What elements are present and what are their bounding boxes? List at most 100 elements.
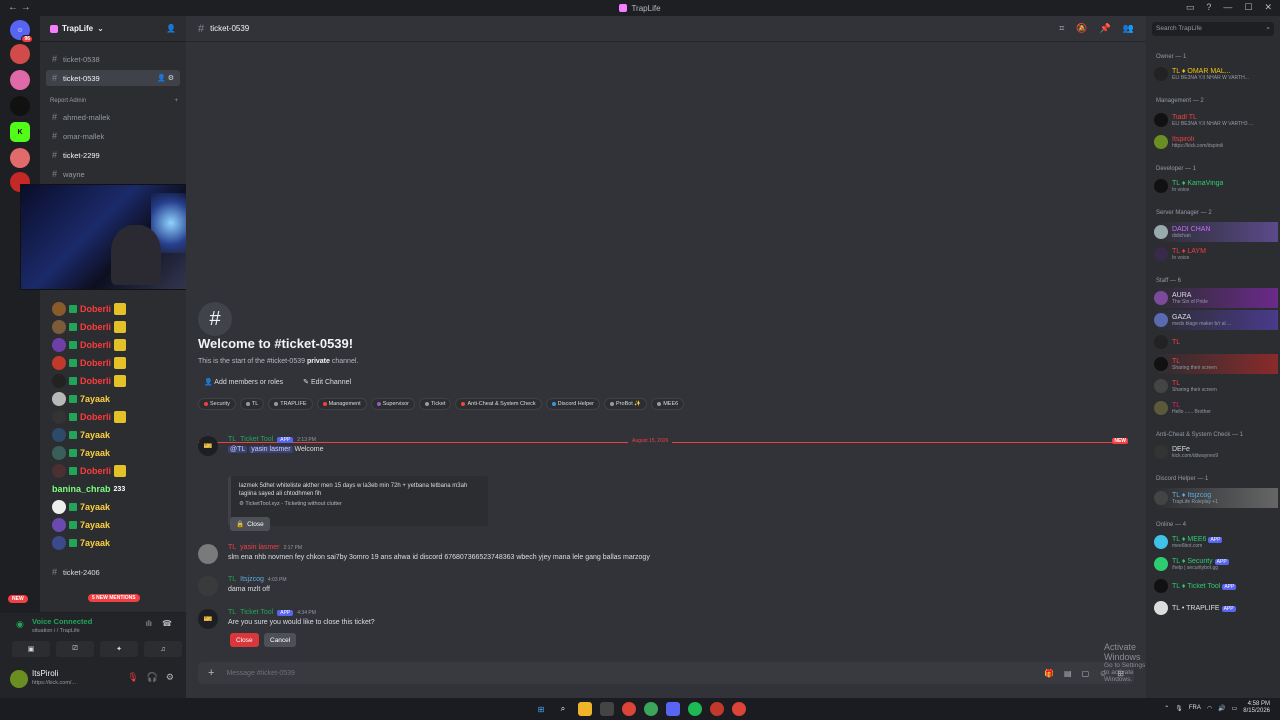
member-item[interactable]: TL Sharing their screen [1154, 376, 1278, 396]
channel-item-active[interactable]: # ticket-0539 👤 ⚙ [46, 70, 180, 86]
chrome-icon[interactable] [622, 702, 636, 716]
add-members-button[interactable]: 👤 Add members or roles [198, 376, 289, 388]
notification-icon[interactable]: 🔕 [1076, 23, 1087, 34]
member-item[interactable]: TL ♦ MEE6 APP mee6bot.com [1154, 532, 1278, 552]
calendar-icon[interactable] [600, 702, 614, 716]
channel-item[interactable]: # wayne [46, 166, 180, 182]
member-item[interactable]: TL ♦ LAYM In voice [1154, 244, 1278, 264]
mic-icon[interactable]: 🎙 [1175, 705, 1183, 712]
browser-icon[interactable] [644, 702, 658, 716]
role-pill[interactable]: Discord Helper [545, 398, 601, 410]
member-item[interactable]: AURA The Sin of Pride [1154, 288, 1278, 308]
member-item[interactable]: TL Sharing their screen [1154, 354, 1278, 374]
plus-icon[interactable]: + [174, 98, 178, 104]
message-composer[interactable]: + Message #ticket-0539 🎁 ▤ ▢ ☺ ⊞ [198, 662, 1134, 684]
search-icon[interactable]: ⌕ [556, 702, 570, 716]
member-item[interactable]: TL ♦ OMAR MAL... ELI BE3NA Y.II NHAR W VA… [1154, 64, 1278, 84]
member-item[interactable]: TL ♦ Security APP/help | securitybot.gg [1154, 554, 1278, 574]
add-member-icon[interactable]: 👤 [166, 24, 176, 33]
pin-icon[interactable]: 📌 [1100, 23, 1111, 34]
voice-user[interactable]: banina_chrab 233 [52, 480, 182, 498]
close-ticket-button[interactable]: 🔒 Close [230, 517, 270, 531]
wifi-icon[interactable]: ◠ [1207, 705, 1212, 712]
plus-icon[interactable]: + [208, 667, 214, 679]
camera-button[interactable]: ▣ [12, 641, 50, 657]
voice-user[interactable]: Doberli [52, 354, 182, 372]
member-item[interactable]: TL ♦ Itsjzcog TrapLife Roleplay +1 [1154, 488, 1278, 508]
channel-category[interactable]: Report Admin + [50, 98, 178, 104]
back-arrow-icon[interactable]: ← → [8, 2, 31, 13]
member-item[interactable]: TL Hello ...... Brother [1154, 398, 1278, 418]
spotify-icon[interactable] [688, 702, 702, 716]
gift-icon[interactable]: 🎁 [1044, 669, 1054, 678]
home-button[interactable]: ☺ 96 [10, 20, 33, 43]
channel-item[interactable]: # omar-mallek [46, 128, 180, 144]
deafen-icon[interactable]: 🎧 [147, 672, 158, 683]
voice-user[interactable]: 7ayaak [52, 390, 182, 408]
role-pill[interactable]: MEE6 [651, 398, 685, 410]
voice-user[interactable]: Doberli [52, 372, 182, 390]
new-unread-pill[interactable]: NEW [8, 595, 28, 603]
close-icon[interactable]: ✕ [1264, 2, 1272, 13]
member-item[interactable]: DADI CHAN didichan [1154, 222, 1278, 242]
kick-server-icon[interactable]: K [10, 122, 30, 142]
help-icon[interactable]: ? [1206, 2, 1211, 13]
voice-user[interactable]: Doberli [52, 318, 182, 336]
avatar[interactable] [198, 576, 218, 596]
channel-item[interactable]: # ticket-2299 [46, 147, 180, 163]
member-item[interactable]: TL ♦ Ticket Tool APP [1154, 576, 1278, 596]
discord-icon[interactable] [666, 702, 680, 716]
mute-icon[interactable]: 🎙 [127, 672, 138, 683]
server-icon[interactable] [10, 70, 30, 90]
disconnect-icon[interactable]: ☎ [162, 619, 172, 628]
tray-chevron-icon[interactable]: ⌃ [1164, 705, 1169, 712]
role-pill[interactable]: TRAPLIFE [268, 398, 313, 410]
channel-item[interactable]: # ticket-2406 [46, 564, 180, 580]
server-icon[interactable] [10, 44, 30, 64]
member-item[interactable]: TL • TRAPLIFE APP [1154, 598, 1278, 618]
confirm-close-button[interactable]: Close [230, 633, 259, 647]
start-icon[interactable]: ⊞ [534, 702, 548, 716]
cancel-button[interactable]: Cancel [264, 633, 297, 647]
avatar[interactable]: 🎫 [198, 609, 218, 629]
gear-icon[interactable]: ⚙ [166, 672, 174, 683]
edit-channel-button[interactable]: ✎ Edit Channel [297, 376, 357, 388]
member-item[interactable]: TL [1154, 332, 1278, 352]
voice-user[interactable]: Doberli [52, 336, 182, 354]
inbox-icon[interactable]: ▭ [1186, 2, 1195, 13]
activity-button[interactable]: ✦ [100, 641, 138, 657]
role-pill[interactable]: Management [316, 398, 367, 410]
channel-settings-icon[interactable]: 👤 ⚙ [157, 74, 174, 82]
avatar[interactable] [10, 670, 28, 688]
member-item[interactable]: DEFe kick.com/ddwaynex9 [1154, 442, 1278, 462]
signal-icon[interactable]: ◉ [16, 619, 24, 630]
member-item[interactable]: Tiadl TL ELI BE3NA Y.II NHAR W VARTH3 ... [1154, 110, 1278, 130]
voice-user[interactable]: Doberli [52, 462, 182, 480]
server-header[interactable]: TrapLife ⌄ 👤 [40, 16, 186, 42]
voice-user[interactable]: 7ayaak [52, 426, 182, 444]
app-icon[interactable] [710, 702, 724, 716]
channel-item[interactable]: # ahmed-mallek [46, 109, 180, 125]
voice-user[interactable]: 7ayaak [52, 498, 182, 516]
role-pill[interactable]: ProBot ✨ [604, 398, 648, 410]
chrome-icon[interactable] [732, 702, 746, 716]
screen-share-button[interactable]: ⎚ [56, 641, 94, 657]
voice-user[interactable]: 7ayaak [52, 534, 182, 552]
member-item[interactable]: Itspiroli https://kick.com/itspiroli [1154, 132, 1278, 152]
gif-icon[interactable]: ▤ [1064, 669, 1072, 678]
message-input[interactable]: Message #ticket-0539 [226, 670, 294, 677]
clock[interactable]: 4:58 PM 8/15/2026 [1243, 701, 1270, 715]
voice-user[interactable]: 7ayaak [52, 444, 182, 462]
maximize-icon[interactable]: ☐ [1244, 2, 1252, 13]
minimize-icon[interactable]: — [1223, 2, 1232, 13]
voice-user[interactable]: Doberli [52, 300, 182, 318]
volume-icon[interactable]: 🔊 [1218, 705, 1225, 712]
role-pill[interactable]: Ticket [419, 398, 452, 410]
server-icon[interactable] [10, 96, 30, 116]
voice-user[interactable]: Doberli [52, 408, 182, 426]
new-mentions-pill[interactable]: 5 NEW MENTIONS [88, 594, 140, 602]
role-pill[interactable]: Anti-Cheat & System Check [455, 398, 542, 410]
member-item[interactable]: TL ♦ KamaVinga In voice [1154, 176, 1278, 196]
server-icon[interactable] [10, 148, 30, 168]
search-input[interactable]: Search TrapLife ⌕ [1152, 22, 1274, 36]
